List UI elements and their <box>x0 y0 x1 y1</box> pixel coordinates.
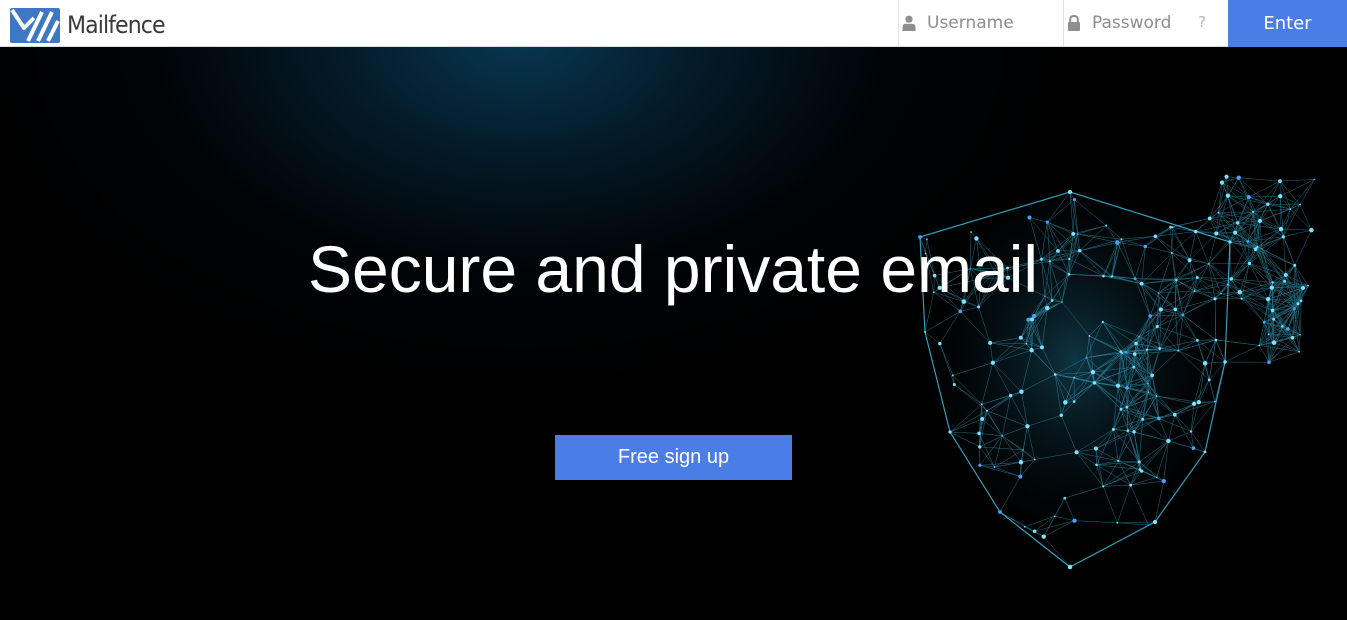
top-bar: Mailfence ? Enter <box>0 0 1347 47</box>
mailfence-logo-icon <box>10 7 60 43</box>
password-help-link[interactable]: ? <box>1198 13 1206 31</box>
user-icon <box>902 15 916 31</box>
enter-button[interactable]: Enter <box>1228 0 1347 47</box>
logo-text: Mailfence <box>67 11 166 39</box>
password-input[interactable] <box>1092 13 1210 33</box>
hero-headline: Secure and private email <box>307 232 1039 306</box>
username-field[interactable] <box>898 0 1063 46</box>
free-signup-button[interactable]: Free sign up <box>555 435 792 480</box>
hero-section: Secure and private email Free sign up <box>0 47 1347 620</box>
logo-link[interactable]: Mailfence <box>10 7 173 43</box>
password-field[interactable]: ? <box>1063 0 1228 46</box>
network-shield-icon <box>918 174 1316 570</box>
username-input[interactable] <box>927 13 1045 33</box>
lock-icon <box>1068 15 1080 31</box>
